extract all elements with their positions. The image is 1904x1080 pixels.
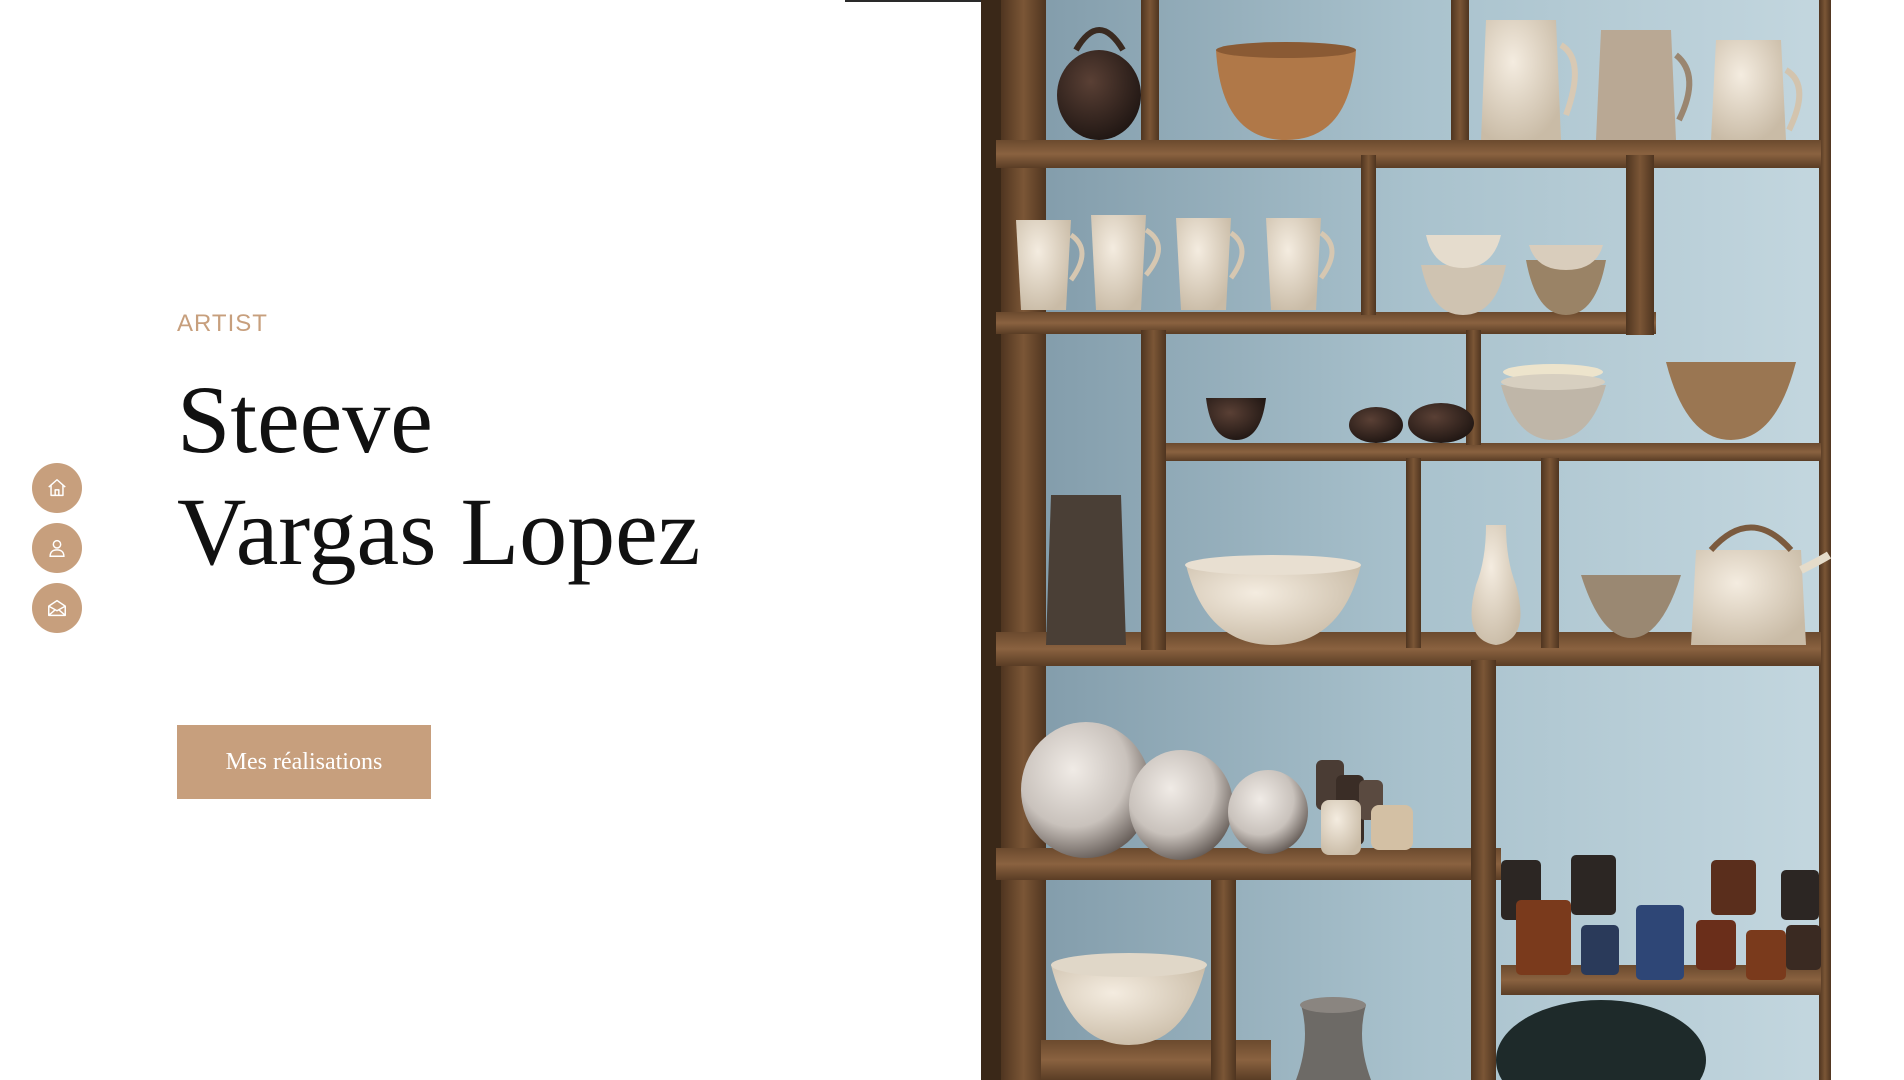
- artist-name: Steeve Vargas Lopez: [177, 364, 957, 588]
- home-icon: [48, 479, 66, 497]
- pottery-shelf-photo: [981, 0, 1852, 1080]
- nav-home-button[interactable]: [32, 463, 82, 513]
- pottery-shelf-illustration: [981, 0, 1852, 1080]
- nav-about-button[interactable]: [32, 523, 82, 573]
- artist-name-line2: Vargas Lopez: [177, 478, 701, 585]
- portfolio-button[interactable]: Mes réalisations: [177, 725, 431, 799]
- hero-eyebrow: ARTIST: [177, 310, 268, 337]
- mail-icon: [48, 599, 66, 617]
- nav-contact-button[interactable]: [32, 583, 82, 633]
- hero: ARTIST Steeve Vargas Lopez: [177, 310, 957, 588]
- artist-name-line1: Steeve: [177, 366, 433, 473]
- side-nav: [32, 463, 82, 633]
- user-icon: [49, 539, 65, 557]
- page: ARTIST Steeve Vargas Lopez Mes réalisati…: [0, 0, 1904, 1080]
